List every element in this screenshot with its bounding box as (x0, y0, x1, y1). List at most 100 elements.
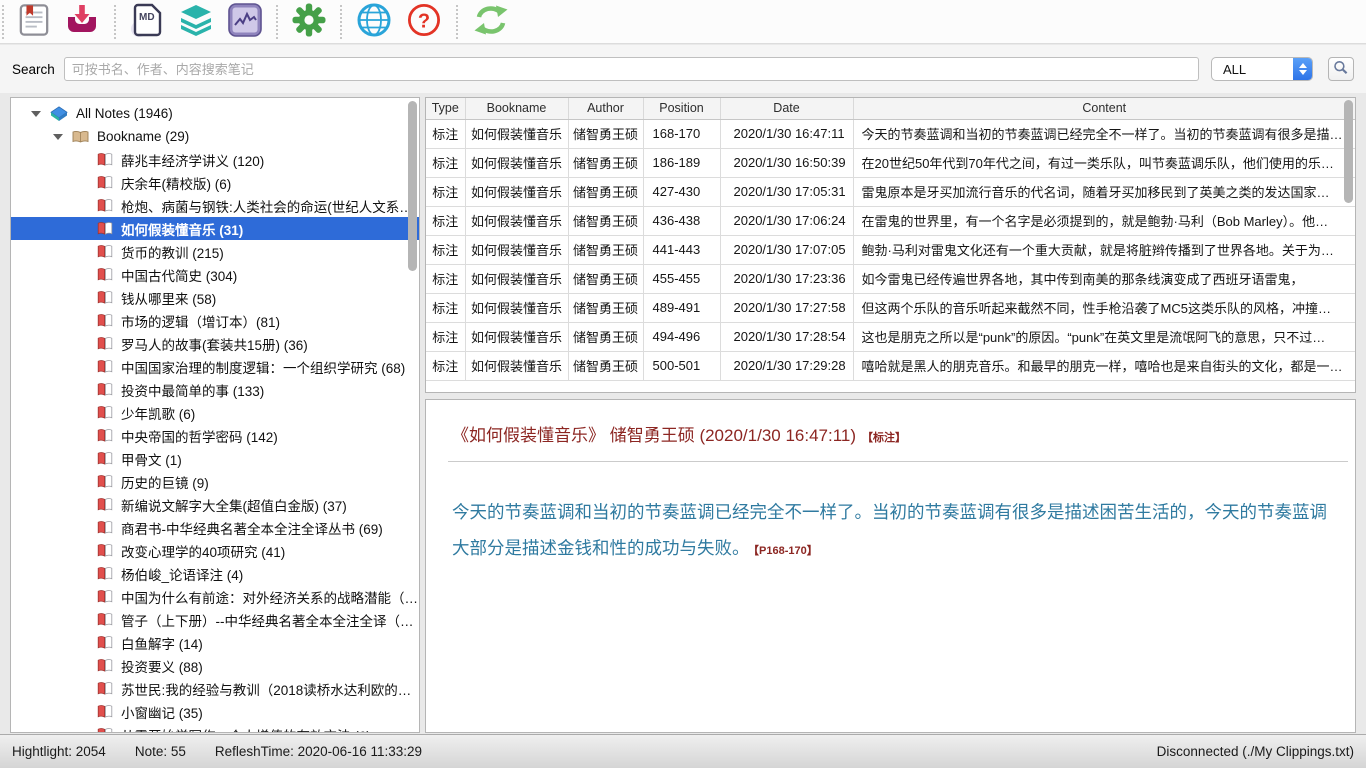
table-cell: 如何假装懂音乐 (465, 235, 568, 264)
table-cell: 如何假装懂音乐 (465, 148, 568, 177)
book-icon (97, 566, 113, 581)
disclosure-triangle-icon[interactable] (53, 134, 63, 140)
table-cell: 如何假装懂音乐 (465, 206, 568, 235)
table-cell: 2020/1/30 17:05:31 (720, 177, 853, 206)
table-cell: 雷鬼原本是牙买加流行音乐的代名词，随着牙买加移民到了英美之类的发达国家… (853, 177, 1355, 206)
sidebar-scrollbar-thumb[interactable] (408, 101, 417, 271)
book-label: 商君书-中华经典名著全本全注全译丛书 (69) (121, 518, 383, 538)
column-header[interactable]: Author (568, 98, 643, 119)
refresh-time: RefleshTime: 2020-06-16 11:33:29 (215, 744, 422, 759)
sidebar-item-book[interactable]: 货币的教训 (215) (11, 240, 419, 263)
sidebar-item-book[interactable]: 甲骨文 (1) (11, 447, 419, 470)
sidebar-item-book[interactable]: 管子（上下册）--中华经典名著全本全注全译（… (11, 608, 419, 631)
sidebar-item-bookname[interactable]: Bookname (29) (11, 125, 419, 148)
sidebar-scrollbar[interactable] (406, 98, 419, 732)
sidebar-item-book[interactable]: 改变心理学的40项研究 (41) (11, 539, 419, 562)
table-row[interactable]: 标注如何假装懂音乐储智勇王硕427-4302020/1/30 17:05:31雷… (426, 177, 1355, 206)
column-header[interactable]: Bookname (465, 98, 568, 119)
help-button[interactable]: ? (406, 2, 442, 41)
sidebar-item-book[interactable]: 中国为什么有前途：对外经济关系的战略潜能（… (11, 585, 419, 608)
table-scrollbar[interactable] (1342, 98, 1355, 392)
statistics-icon (228, 3, 262, 40)
table-cell: 2020/1/30 17:07:05 (720, 235, 853, 264)
sidebar-item-book[interactable]: 庆余年(精校版) (6) (11, 171, 419, 194)
sidebar-item-book[interactable]: 从零开始学写作：个人增值的有效方法 (6) (11, 723, 419, 733)
sidebar-item-book[interactable]: 历史的巨镜 (9) (11, 470, 419, 493)
sidebar-item-book[interactable]: 中国国家治理的制度逻辑：一个组织学研究 (68) (11, 355, 419, 378)
book-label: 少年凯歌 (6) (121, 403, 195, 423)
settings-button[interactable] (292, 3, 326, 40)
connection-status: Disconnected (./My Clippings.txt) (1157, 744, 1354, 759)
detail-title: 《如何假装懂音乐》 储智勇王硕 (2020/1/30 16:47:11) (452, 426, 856, 445)
sidebar-item-book[interactable]: 新编说文解字大全集(超值白金版) (37) (11, 493, 419, 516)
column-header[interactable]: Date (720, 98, 853, 119)
sidebar-item-book[interactable]: 白鱼解字 (14) (11, 631, 419, 654)
book-icon (97, 589, 113, 604)
sidebar-item-book[interactable]: 投资要义 (88) (11, 654, 419, 677)
table-scrollbar-thumb[interactable] (1344, 100, 1353, 203)
help-icon: ? (406, 2, 442, 41)
search-input[interactable] (64, 57, 1199, 81)
column-header[interactable]: Type (426, 98, 465, 119)
table-cell: 标注 (426, 235, 465, 264)
table-row[interactable]: 标注如何假装懂音乐储智勇王硕168-1702020/1/30 16:47:11今… (426, 119, 1355, 148)
table-cell: 储智勇王硕 (568, 293, 643, 322)
toolbar-separator (114, 5, 116, 39)
clippings-file-button[interactable] (18, 2, 50, 41)
table-row[interactable]: 标注如何假装懂音乐储智勇王硕455-4552020/1/30 17:23:36如… (426, 264, 1355, 293)
sidebar-item-book[interactable]: 中央帝国的哲学密码 (142) (11, 424, 419, 447)
search-button[interactable] (1328, 57, 1354, 81)
column-header[interactable]: Position (643, 98, 720, 119)
table-cell: 2020/1/30 17:28:54 (720, 322, 853, 351)
sidebar-item-book[interactable]: 钱从哪里来 (58) (11, 286, 419, 309)
import-button[interactable] (64, 2, 100, 41)
table-row[interactable]: 标注如何假装懂音乐储智勇王硕500-5012020/1/30 17:29:28嘻… (426, 351, 1355, 380)
table-cell: 标注 (426, 322, 465, 351)
table-cell: 如今雷鬼已经传遍世界各地，其中传到南美的那条线演变成了西班牙语雷鬼， (853, 264, 1355, 293)
sidebar-item-book[interactable]: 中国古代简史 (304) (11, 263, 419, 286)
book-label: 中国为什么有前途：对外经济关系的战略潜能（… (121, 587, 418, 607)
sidebar-item-book[interactable]: 市场的逻辑（增订本）(81) (11, 309, 419, 332)
markdown-export-button[interactable]: MD (130, 2, 164, 41)
book-icon (97, 175, 113, 190)
book-icon (97, 152, 113, 167)
table-cell: 标注 (426, 264, 465, 293)
table-row[interactable]: 标注如何假装懂音乐储智勇王硕441-4432020/1/30 17:07:05鲍… (426, 235, 1355, 264)
layers-export-button[interactable] (178, 3, 214, 40)
table-cell: 2020/1/30 17:27:58 (720, 293, 853, 322)
table-cell: 鲍勃·马利对雷鬼文化还有一个重大贡献，就是将脏辫传播到了世界各地。关于为… (853, 235, 1355, 264)
table-row[interactable]: 标注如何假装懂音乐储智勇王硕494-4962020/1/30 17:28:54这… (426, 322, 1355, 351)
book-label: 枪炮、病菌与钢铁:人类社会的命运(世纪人文系… (121, 196, 413, 216)
sidebar-item-book[interactable]: 投资中最简单的事 (133) (11, 378, 419, 401)
book-label: 货币的教训 (215) (121, 242, 224, 262)
table-cell: 嘻哈就是黑人的朋克音乐。和最早的朋克一样，嘻哈也是来自街头的文化，都是一… (853, 351, 1355, 380)
refresh-button[interactable] (472, 3, 510, 40)
sidebar-item-all-notes[interactable]: All Notes (1946) (11, 102, 419, 125)
column-header[interactable]: Content (853, 98, 1355, 119)
table-row[interactable]: 标注如何假装懂音乐储智勇王硕489-4912020/1/30 17:27:58但… (426, 293, 1355, 322)
search-magnifier-icon (1333, 60, 1349, 79)
sidebar-item-book[interactable]: 苏世民:我的经验与教训（2018读桥水达利欧的… (11, 677, 419, 700)
search-label: Search (12, 62, 55, 77)
sidebar-item-book[interactable]: 杨伯峻_论语译注 (4) (11, 562, 419, 585)
sidebar-item-book[interactable]: 罗马人的故事(套装共15册) (36) (11, 332, 419, 355)
book-icon (97, 451, 113, 466)
table-cell: 如何假装懂音乐 (465, 351, 568, 380)
statistics-button[interactable] (228, 3, 262, 40)
filter-dropdown[interactable]: ALL (1211, 57, 1313, 81)
table-cell: 500-501 (643, 351, 720, 380)
sidebar-item-book[interactable]: 小窗幽记 (35) (11, 700, 419, 723)
sidebar-item-book[interactable]: 商君书-中华经典名著全本全注全译丛书 (69) (11, 516, 419, 539)
sidebar-item-book[interactable]: 少年凯歌 (6) (11, 401, 419, 424)
layers-export-icon (178, 3, 214, 40)
table-row[interactable]: 标注如何假装懂音乐储智勇王硕186-1892020/1/30 16:50:39在… (426, 148, 1355, 177)
sidebar-item-book[interactable]: 如何假装懂音乐 (31) (11, 217, 419, 240)
table-row[interactable]: 标注如何假装懂音乐储智勇王硕436-4382020/1/30 17:06:24在… (426, 206, 1355, 235)
table-cell: 如何假装懂音乐 (465, 119, 568, 148)
sidebar-item-book[interactable]: 枪炮、病菌与钢铁:人类社会的命运(世纪人文系… (11, 194, 419, 217)
website-button[interactable] (356, 2, 392, 41)
sidebar-item-book[interactable]: 薛兆丰经济学讲义 (120) (11, 148, 419, 171)
book-label: 历史的巨镜 (9) (121, 472, 209, 492)
bookname-group-label: Bookname (29) (97, 129, 189, 144)
disclosure-triangle-icon[interactable] (31, 111, 41, 117)
